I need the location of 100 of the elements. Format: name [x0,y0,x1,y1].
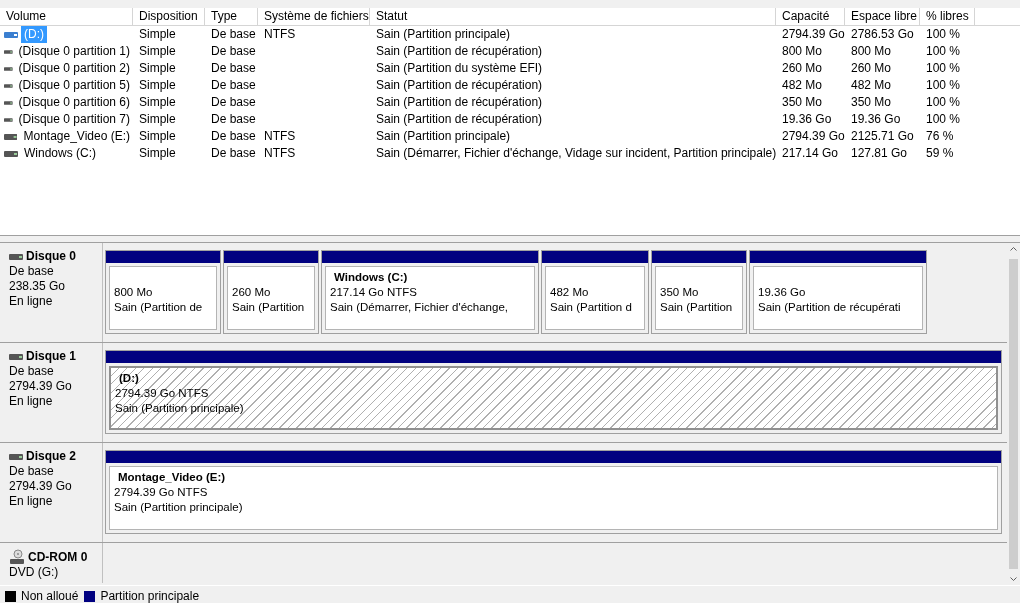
capacity-value: 217.14 Go [782,146,839,160]
layout-value: Simple [139,95,176,109]
percent-free-value: 100 % [926,112,961,126]
status-value: Sain (Partition de récupération) [376,95,543,109]
partition-status: Sain (Partition [660,300,734,315]
type-value: De base [211,44,256,58]
cd-drive-icon [9,549,25,565]
status-value: Sain (Partition principale) [376,27,511,41]
volume-name[interactable]: Montage_Video (E:) [20,128,133,145]
partition-block[interactable]: Windows (C:) 217.14 Go NTFS Sain (Démarrer, Fichier d'échange, [321,250,539,334]
scroll-down-icon[interactable] [1010,577,1017,581]
partition-block[interactable]: 800 Mo Sain (Partition de [105,250,221,334]
partition-status: Sain (Partition de récupérati [758,300,902,315]
partition-size: 2794.39 Go NTFS [115,386,210,401]
free-space-value: 2786.53 Go [851,27,914,41]
scroll-up-icon[interactable] [1010,247,1017,251]
status-value: Sain (Partition du système EFI) [376,61,543,75]
layout-value: Simple [139,129,176,143]
free-space-value: 482 Mo [851,78,892,92]
partition-status: Sain (Partition de [114,300,204,315]
filesystem-value: NTFS [264,27,296,41]
disk-info: En ligne [9,394,54,409]
capacity-value: 2794.39 Go [782,27,845,41]
partition-status: Sain (Partition d [550,300,633,315]
partition-status: Sain (Partition principale) [115,401,245,416]
volume-name[interactable]: Windows (C:) [21,145,99,162]
type-value: De base [211,95,256,109]
partition-block[interactable]: 482 Mo Sain (Partition d [541,250,649,334]
partition-name: Montage_Video (E:) [117,470,227,485]
partition-size: 19.36 Go [758,285,807,300]
disk-name: CD-ROM 0 [28,549,88,565]
capacity-value: 19.36 Go [782,112,832,126]
free-space-value: 260 Mo [851,61,892,75]
volume-name[interactable]: (Disque 0 partition 1) [15,43,133,60]
free-space-value: 2125.71 Go [851,129,914,143]
capacity-value: 260 Mo [782,61,823,75]
disk-name: Disque 2 [26,449,76,464]
disk-info: De base [9,464,55,479]
percent-free-value: 59 % [926,146,954,160]
status-value: Sain (Partition de récupération) [376,112,543,126]
volume-name[interactable]: (Disque 0 partition 2) [15,60,133,77]
drive-icon [4,65,13,72]
partition-size: 2794.39 Go NTFS [114,485,209,500]
partition-name: (D:) [118,371,140,386]
drive-icon [4,150,18,157]
partition-block[interactable]: Montage_Video (E:) 2794.39 Go NTFS Sain (Partition principale) [105,450,1002,534]
partition-size: 260 Mo [232,285,272,300]
partition-size: 482 Mo [550,285,590,300]
disk-info: 2794.39 Go [9,479,73,494]
volume-name[interactable]: (Disque 0 partition 5) [15,77,133,94]
type-value: De base [211,78,256,92]
disk-info: 238.35 Go [9,279,67,294]
type-value: De base [211,146,256,160]
capacity-value: 2794.39 Go [782,129,845,143]
capacity-value: 800 Mo [782,44,823,58]
partition-block[interactable]: 260 Mo Sain (Partition [223,250,319,334]
partition-status: Sain (Partition principale) [114,500,244,515]
drive-icon [4,133,18,140]
capacity-value: 350 Mo [782,95,823,109]
status-value: Sain (Partition de récupération) [376,44,543,58]
filesystem-value: NTFS [264,146,296,160]
capacity-value: 482 Mo [782,78,823,92]
percent-free-value: 100 % [926,61,961,75]
status-value: Sain (Partition principale) [376,129,511,143]
percent-free-value: 100 % [926,27,961,41]
layout-value: Simple [139,112,176,126]
partition-status: Sain (Démarrer, Fichier d'échange, [330,300,509,315]
drive-icon [4,116,13,123]
drive-icon [4,48,13,55]
percent-free-value: 100 % [926,95,961,109]
free-space-value: 127.81 Go [851,146,908,160]
partition-size: 350 Mo [660,285,700,300]
type-value: De base [211,61,256,75]
percent-free-value: 100 % [926,44,961,58]
drive-icon [4,31,18,38]
disk-info: En ligne [9,294,54,309]
volume-name[interactable]: (Disque 0 partition 6) [15,94,133,111]
partition-size: 800 Mo [114,285,154,300]
disk-info: DVD (G:) [9,565,60,580]
volume-name[interactable]: (Disque 0 partition 7) [15,111,133,128]
free-space-value: 350 Mo [851,95,892,109]
filesystem-value: NTFS [264,129,296,143]
type-value: De base [211,112,256,126]
partition-status: Sain (Partition [232,300,306,315]
percent-free-value: 76 % [926,129,954,143]
status-value: Sain (Partition de récupération) [376,78,543,92]
disk-info: 2794.39 Go [9,379,73,394]
legend-label: Partition principale [100,589,200,603]
drive-icon [4,82,13,89]
partition-name: Windows (C:) [333,270,409,285]
layout-value: Simple [139,146,176,160]
partition-size: 217.14 Go NTFS [330,285,418,300]
disk-info: De base [9,364,55,379]
layout-value: Simple [139,27,176,41]
partition-block[interactable]: 19.36 Go Sain (Partition de récupérati [749,250,927,334]
layout-value: Simple [139,44,176,58]
drive-icon [4,99,13,106]
free-space-value: 800 Mo [851,44,892,58]
partition-block[interactable]: 350 Mo Sain (Partition [651,250,747,334]
partition-block[interactable]: (D:) 2794.39 Go NTFS Sain (Partition principale) [105,350,1002,434]
